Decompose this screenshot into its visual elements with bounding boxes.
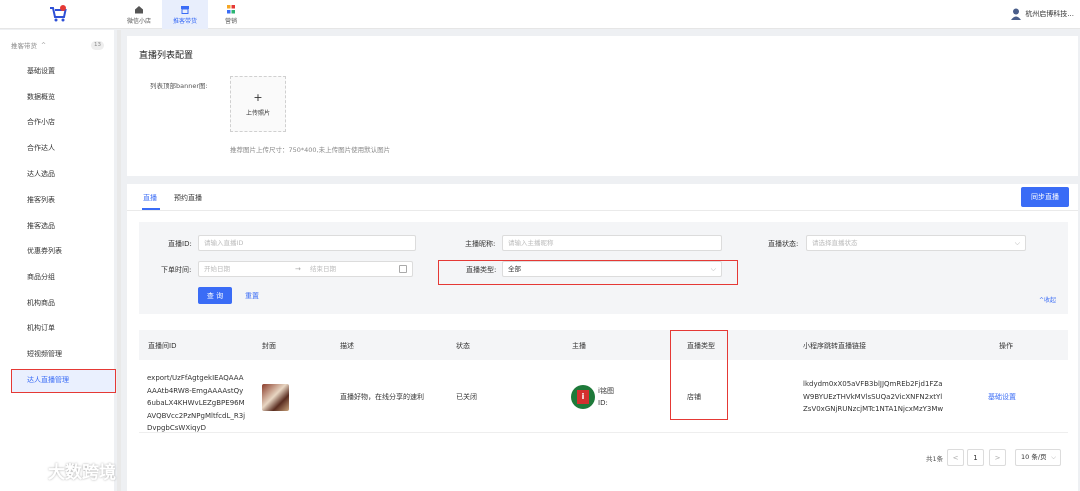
sync-live-button[interactable]: 同步直播 [1021,187,1069,207]
sidebar-section-title: 推客带货 [11,42,37,50]
sidebar: 推客带货 ^ 13 基础设置 数据概览 合作小店 合作达人 达人选品 推客列表 … [0,30,116,491]
page-number-button[interactable]: 1 [967,449,984,466]
sidebar-item-data-overview[interactable]: 数据概览 [27,90,55,104]
sidebar-item-promoter-selection[interactable]: 推客选品 [27,219,55,233]
chevron-down-icon: ⌵ [1051,453,1056,461]
cell-anchor-name: i铭图 [598,387,614,395]
cart-logo-icon[interactable] [49,5,67,23]
top-bar: 微信小店 推客带货 营销 杭州启博科技... [0,0,1080,29]
table-row: export/UzFfAgtgekIEAQAAAAAAtb4RW8-EmgAAA… [139,360,1068,433]
table-header: 直播间ID 封面 描述 状态 主播 直播类型 小程序跳转直播链接 操作 [139,330,1068,360]
tab-scheduled-live[interactable]: 预约直播 [174,193,202,203]
top-nav: 微信小店 推客带货 营销 [116,0,254,29]
chevron-up-icon: ^ [41,41,47,49]
apps-icon [227,4,235,13]
sidebar-item-label: 达人直播管理 [27,376,69,384]
sidebar-item-coupon-list[interactable]: 优惠券列表 [27,244,62,258]
calendar-icon [399,265,407,273]
sidebar-item-partner-influencers[interactable]: 合作达人 [27,141,55,155]
basic-settings-link[interactable]: 基础设置 [988,391,1016,404]
live-list-config-panel: 直播列表配置 列表顶部banner图: + 上传照片 推荐图片上传尺寸：750*… [127,36,1078,176]
sidebar-item-agency-products[interactable]: 机构商品 [27,296,55,310]
anchor-avatar: i [571,385,595,409]
live-type-column-highlight [670,330,728,420]
live-id-label: 直播ID: [168,240,192,248]
live-status-placeholder: 请选择直播状态 [812,239,858,247]
watermark: 大数跨境 [10,458,116,483]
prev-page-button[interactable]: < [947,449,964,466]
cell-description: 直播好物，在线分享的速利 [340,393,424,401]
tab-bar: 直播 预约直播 同步直播 [127,184,1078,211]
start-date-input[interactable]: 开始日期 [204,265,230,273]
live-id-input[interactable]: 请输入直播ID [198,235,416,251]
pagination: 共1条 < 1 > 10 条/页 ⌵ [127,449,1078,467]
nav-marketing[interactable]: 营销 [208,0,254,29]
sidebar-item-live-management[interactable]: 达人直播管理 [11,369,116,393]
live-status-select[interactable]: 请选择直播状态 ⌵ [806,235,1026,251]
collapse-toggle[interactable]: ^收起 [1039,295,1056,304]
banner-label: 列表顶部banner图: [150,82,208,90]
sidebar-count-badge: 13 [91,41,104,50]
sidebar-scrollbar[interactable] [117,30,121,491]
anchor-nickname-input[interactable]: 请输入主播昵称 [502,235,722,251]
th-live-room-id: 直播间ID [148,342,177,350]
query-button[interactable]: 查 询 [198,287,232,304]
order-date-range[interactable]: 开始日期 → 结束日期 [198,261,413,277]
page-size-value: 10 条/页 [1021,453,1047,461]
order-time-label: 下单时间: [161,266,192,274]
watermark-logo-icon [10,462,41,479]
tab-live[interactable]: 直播 [143,193,157,203]
sidebar-item-product-groups[interactable]: 商品分组 [27,270,55,284]
th-cover: 封面 [262,342,276,350]
sidebar-item-promoter-list[interactable]: 推客列表 [27,193,55,207]
live-status-label: 直播状态: [768,240,799,248]
th-status: 状态 [456,342,470,350]
cell-status: 已关闭 [456,393,477,401]
upload-label: 上传照片 [245,109,270,117]
sidebar-item-basic-settings[interactable]: 基础设置 [27,64,55,78]
nav-label: 营销 [224,17,237,25]
user-avatar-icon [1011,8,1022,20]
sidebar-item-short-video[interactable]: 短视频管理 [27,347,62,361]
reset-button[interactable]: 重置 [245,291,259,301]
user-name: 杭州启博科技... [1025,10,1074,18]
nav-label: 微信小店 [126,17,151,25]
tab-active-indicator [142,208,160,210]
watermark-text: 大数跨境 [48,463,116,483]
sidebar-item-partner-stores[interactable]: 合作小店 [27,115,55,129]
page-title: 直播列表配置 [139,51,194,61]
cell-live-room-id: export/UzFfAgtgekIEAQAAAAAAtb4RW8-EmgAAA… [147,374,246,432]
th-description: 描述 [340,342,354,350]
live-list-panel: 直播 预约直播 同步直播 直播ID: 请输入直播ID 主播昵称: 请输入主播昵称… [127,184,1078,491]
cell-mini-program-link: lkdydm0xX05aVFB3blJJQmREb2Fjd1FZaW9BYUEz… [803,380,944,413]
anchor-nickname-label: 主播昵称: [465,240,496,248]
date-range-arrow: → [295,265,301,273]
store-icon [181,5,189,14]
sidebar-item-agency-orders[interactable]: 机构订单 [27,321,55,335]
anchor-logo-icon: i [577,390,589,404]
sidebar-item-influencer-selection[interactable]: 达人选品 [27,167,55,181]
plus-icon: + [253,90,263,104]
cover-image [262,384,289,411]
user-menu[interactable]: 杭州启博科技... [1011,8,1074,20]
th-mini-program-link: 小程序跳转直播链接 [803,342,866,350]
nav-label: 推客带货 [172,17,197,25]
upload-photo-button[interactable]: + 上传照片 [230,76,286,132]
live-type-highlight [438,260,738,285]
nav-promoter[interactable]: 推客带货 [162,0,208,29]
pagination-total: 共1条 [926,455,944,463]
page-size-select[interactable]: 10 条/页 ⌵ [1015,449,1061,466]
th-actions: 操作 [999,342,1013,350]
chevron-down-icon: ⌵ [1014,239,1020,247]
end-date-input[interactable]: 结束日期 [310,262,336,276]
th-anchor: 主播 [572,342,586,350]
sidebar-section-header[interactable]: 推客带货 ^ 13 [0,30,114,60]
cell-anchor-id: ID: [598,399,608,407]
next-page-button[interactable]: > [989,449,1006,466]
upload-hint: 推荐图片上传尺寸：750*400,未上传图片使用默认图片 [230,146,391,154]
nav-wechat-store[interactable]: 微信小店 [116,0,162,29]
home-icon [135,5,143,13]
